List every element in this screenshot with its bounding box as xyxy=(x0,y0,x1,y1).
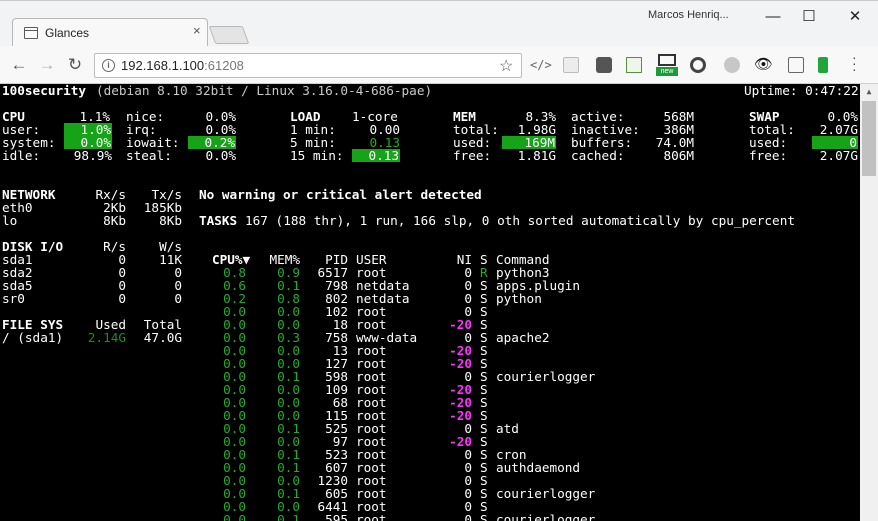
address-bar[interactable]: i 192.168.1.100:61208 ☆ xyxy=(94,53,522,78)
disk-dev: sr0 xyxy=(2,291,25,306)
proc-command: courierlogger xyxy=(496,369,596,384)
disk-w: 0 xyxy=(174,291,182,306)
glances-terminal: 100security (debian 8.10 32bit / Linux 3… xyxy=(0,84,878,521)
swap-free-label: free: xyxy=(749,148,788,163)
mem-cached-label: cached: xyxy=(571,148,625,163)
network-tx: 8Kb xyxy=(159,213,182,228)
proc-command: apache2 xyxy=(496,330,550,345)
proc-user: root xyxy=(356,512,387,521)
scroll-up-arrow-icon[interactable]: ▲ xyxy=(860,84,878,100)
tab-title: Glances xyxy=(45,26,90,40)
tasks-label: TASKS xyxy=(199,213,238,228)
cpu-idle-value: 98.9% xyxy=(73,148,112,163)
tab-close-icon[interactable]: × xyxy=(193,23,201,38)
url-text[interactable]: 192.168.1.100:61208 xyxy=(121,58,244,73)
proc-pid: 595 xyxy=(325,512,348,521)
back-arrow-icon[interactable]: ← xyxy=(8,54,30,76)
swap-free-value: 2.07G xyxy=(819,148,858,163)
cpu-idle-label: idle: xyxy=(2,148,41,163)
eye-extension-icon[interactable]: 👁 xyxy=(754,55,773,73)
close-window-button[interactable]: ✕ xyxy=(837,3,873,31)
maximize-button[interactable]: ☐ xyxy=(791,3,827,31)
url-host: 192.168.1.100 xyxy=(121,58,205,73)
sheet-extension-icon[interactable] xyxy=(626,57,642,73)
grey-circle-extension-icon[interactable] xyxy=(724,57,740,73)
proc-command: python xyxy=(496,291,542,306)
proc-command: courierlogger xyxy=(496,512,596,521)
load-15min-value: 0.13 xyxy=(352,149,400,162)
proc-command: atd xyxy=(496,421,519,436)
disk-r: 0 xyxy=(118,291,126,306)
new-tab-button[interactable] xyxy=(208,26,250,44)
load-15min-label: 15 min: xyxy=(290,148,344,163)
cpu-steal-value: 0.0% xyxy=(205,148,236,163)
page-scrollbar[interactable]: ▲ xyxy=(860,84,878,521)
film-reel-extension-icon[interactable] xyxy=(690,57,706,73)
pocket-extension-icon[interactable] xyxy=(596,57,612,73)
reload-icon[interactable]: ↻ xyxy=(64,54,86,76)
screen-icon xyxy=(658,54,676,66)
mem-free-label: free: xyxy=(453,148,492,163)
new-badge: new xyxy=(656,67,678,76)
cpu-steal-label: steal: xyxy=(126,148,172,163)
proc-status: S xyxy=(480,512,488,521)
info-icon[interactable]: i xyxy=(102,59,115,72)
screen-capture-extension-icon[interactable]: new xyxy=(656,54,678,76)
system-info: (debian 8.10 32bit / Linux 3.16.0-4-686-… xyxy=(96,84,433,98)
code-extension-icon[interactable]: </> xyxy=(530,58,552,74)
mem-free-value: 1.81G xyxy=(517,148,556,163)
proc-cpu: 0.0 xyxy=(223,512,246,521)
fs-total: 47.0G xyxy=(143,330,182,345)
browser-toolbar: ← → ↻ i 192.168.1.100:61208 ☆ </> new 👁 … xyxy=(0,46,878,84)
copy-extension-icon[interactable] xyxy=(788,57,804,73)
plug-extension-icon[interactable] xyxy=(818,57,828,73)
tasks-summary: 167 (188 thr), 1 run, 166 slp, 0 oth sor… xyxy=(245,213,795,228)
alert-message: No warning or critical alert detected xyxy=(199,187,482,202)
window-extension-icon[interactable] xyxy=(563,57,579,73)
bookmark-star-icon[interactable]: ☆ xyxy=(499,56,513,76)
hostname: 100security xyxy=(2,84,87,98)
proc-command: authdaemond xyxy=(496,460,581,475)
fs-mount: / (sda1) xyxy=(2,330,64,345)
proc-mem: 0.1 xyxy=(277,512,300,521)
profile-name[interactable]: Marcos Henriq... xyxy=(648,9,729,21)
scroll-thumb[interactable] xyxy=(862,101,876,176)
uptime: Uptime: 0:47:22 xyxy=(744,84,859,98)
proc-command: courierlogger xyxy=(496,486,596,501)
network-rx: 8Kb xyxy=(103,213,126,228)
proc-nice: 0 xyxy=(464,512,472,521)
page-icon xyxy=(24,27,38,39)
fs-used: 2.14G xyxy=(87,330,126,345)
minimize-button[interactable]: — xyxy=(755,3,791,31)
tab-glances[interactable]: Glances × xyxy=(12,18,208,47)
network-iface: lo xyxy=(2,213,18,228)
forward-arrow-icon[interactable]: → xyxy=(36,54,58,76)
menu-dots-icon[interactable]: · · · xyxy=(852,50,857,76)
browser-titlebar: Glances × Marcos Henriq... — ☐ ✕ xyxy=(0,0,878,47)
mem-cached-value: 806M xyxy=(663,148,694,163)
url-port: :61208 xyxy=(204,58,244,73)
